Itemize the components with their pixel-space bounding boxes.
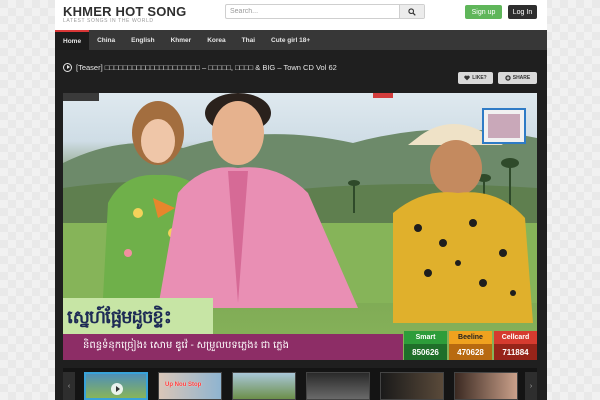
plus-circle-icon: [505, 75, 511, 81]
thumbnail-item[interactable]: [454, 372, 518, 400]
thumbnail-caption: Up Nou Stop: [165, 382, 202, 388]
code-name: Cellcard: [494, 331, 537, 344]
thumbnail-item[interactable]: [380, 372, 444, 400]
nav-item-cute-girl[interactable]: Cute girl 18+: [263, 30, 318, 50]
next-arrow-button[interactable]: ›: [525, 372, 537, 400]
play-icon: [111, 383, 123, 395]
heart-icon: [464, 75, 470, 81]
nav-item-home[interactable]: Home: [55, 30, 90, 50]
chevron-left-icon: ‹: [67, 382, 71, 390]
share-label: SHARE: [512, 75, 531, 81]
nav-item-english[interactable]: English: [123, 30, 162, 50]
like-label: LIKE?: [472, 75, 487, 81]
code-box-cellcard: Cellcard 711884: [494, 331, 537, 360]
site-header: KHMER HOT SONG LATEST SONGS IN THE WORLD…: [55, 0, 547, 30]
song-sign-title: ស្នេហ៍ផ្អែមដូចខ្ទិះ: [67, 307, 172, 327]
video-title: [Teaser] □□□□□□□□□□□□□□□□□□□□□ – □□□□□, …: [76, 62, 337, 72]
video-title-row: [Teaser] □□□□□□□□□□□□□□□□□□□□□ – □□□□□, …: [63, 60, 337, 74]
code-name: Smart: [404, 331, 447, 344]
site-logo[interactable]: KHMER HOT SONG: [63, 4, 186, 19]
thumbnail-strip: ‹ Up Nou Stop ›: [63, 368, 537, 400]
search-button[interactable]: [399, 5, 424, 18]
nav-item-china[interactable]: China: [89, 30, 123, 50]
song-credits: និពន្ធទំនុកច្រៀង៖ សោម ឌូវ៉េ - សម្រួលបទភ្…: [83, 340, 289, 351]
main-nav: Home China English Khmer Korea Thai Cute…: [55, 30, 547, 50]
nav-item-thai[interactable]: Thai: [234, 30, 263, 50]
code-box-smart: Smart 850626: [404, 331, 447, 360]
nav-item-korea[interactable]: Korea: [199, 30, 233, 50]
prev-arrow-button[interactable]: ‹: [63, 372, 75, 400]
like-button[interactable]: LIKE?: [458, 72, 493, 84]
search-icon: [408, 7, 416, 16]
main-content: [Teaser] □□□□□□□□□□□□□□□□□□□□□ – □□□□□, …: [55, 50, 547, 400]
search-box: [225, 4, 425, 19]
code-box-beeline: Beeline 470628: [449, 331, 492, 360]
code-number: 470628: [449, 344, 492, 360]
play-circle-icon: [63, 62, 72, 72]
chevron-right-icon: ›: [529, 382, 533, 390]
thumbnail-item[interactable]: [232, 372, 296, 400]
thumbnail-item[interactable]: Up Nou Stop: [158, 372, 222, 400]
search-input[interactable]: [226, 5, 398, 18]
thumbnail-item[interactable]: [84, 372, 148, 400]
code-name: Beeline: [449, 331, 492, 344]
signup-button[interactable]: Sign up: [465, 5, 502, 19]
code-number: 711884: [494, 344, 537, 360]
login-button[interactable]: Log In: [508, 5, 537, 19]
code-number: 850626: [404, 344, 447, 360]
nav-item-khmer[interactable]: Khmer: [163, 30, 200, 50]
video-player[interactable]: ស្នេហ៍ផ្អែមដូចខ្ទិះ និពន្ធទំនុកច្រៀង៖ សោ…: [63, 93, 537, 360]
site-tagline: LATEST SONGS IN THE WORLD: [63, 18, 154, 24]
thumbnail-item[interactable]: [306, 372, 370, 400]
share-button[interactable]: SHARE: [498, 72, 537, 84]
